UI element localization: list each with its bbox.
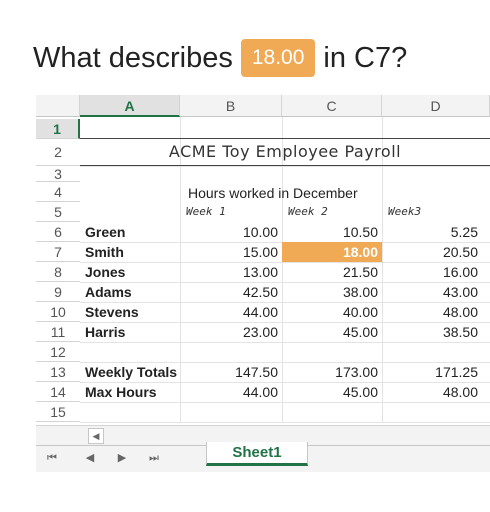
last-sheet-icon[interactable]: ⏭ bbox=[146, 449, 162, 467]
hours-cell[interactable]: 44.00 bbox=[180, 302, 282, 322]
week-header-1[interactable]: Week 1 bbox=[180, 202, 282, 222]
gridline bbox=[80, 342, 490, 343]
hours-cell[interactable]: 10.50 bbox=[282, 222, 382, 242]
total-cell[interactable]: 147.50 bbox=[180, 362, 282, 382]
question-value-badge: 18.00 bbox=[240, 39, 316, 77]
week-header-2[interactable]: Week 2 bbox=[282, 202, 382, 222]
row-header-5[interactable]: 5 bbox=[36, 202, 80, 222]
max-cell[interactable]: 45.00 bbox=[282, 382, 382, 402]
hours-cell[interactable]: 15.00 bbox=[180, 242, 282, 262]
title-border-top bbox=[80, 138, 490, 139]
select-all-corner[interactable] bbox=[36, 95, 80, 117]
gridline bbox=[80, 422, 490, 423]
prev-sheet-icon[interactable]: ◀ bbox=[82, 449, 98, 467]
row-header-12[interactable]: 12 bbox=[36, 342, 80, 362]
row-header-6[interactable]: 6 bbox=[36, 222, 80, 242]
question-suffix: in C7? bbox=[323, 41, 408, 74]
title-border-bottom bbox=[80, 165, 490, 166]
first-sheet-icon[interactable]: ⏮ bbox=[44, 449, 60, 467]
employee-name-cell[interactable]: Stevens bbox=[80, 302, 180, 322]
row-header-11[interactable]: 11 bbox=[36, 322, 80, 342]
sheet-tab-sheet1[interactable]: Sheet1 bbox=[206, 442, 308, 466]
column-header-d[interactable]: D bbox=[382, 95, 490, 117]
hours-cell[interactable]: 40.00 bbox=[282, 302, 382, 322]
hours-cell[interactable]: 16.00 bbox=[382, 262, 482, 282]
hours-cell[interactable]: 10.00 bbox=[180, 222, 282, 242]
hours-cell[interactable]: 45.00 bbox=[282, 322, 382, 342]
max-cell[interactable]: 48.00 bbox=[382, 382, 482, 402]
highlighted-cell-c7[interactable]: 18.00 bbox=[282, 242, 382, 262]
weekly-totals-label[interactable]: Weekly Totals bbox=[80, 362, 180, 382]
row-header-9[interactable]: 9 bbox=[36, 282, 80, 302]
row-header-3[interactable]: 3 bbox=[36, 166, 80, 182]
hours-cell[interactable]: 42.50 bbox=[180, 282, 282, 302]
employee-name-cell[interactable]: Harris bbox=[80, 322, 180, 342]
max-cell[interactable]: 44.00 bbox=[180, 382, 282, 402]
hours-cell[interactable]: 38.00 bbox=[282, 282, 382, 302]
row-header-8[interactable]: 8 bbox=[36, 262, 80, 282]
hours-cell[interactable]: 20.50 bbox=[382, 242, 482, 262]
sheet-subtitle[interactable]: Hours worked in December bbox=[188, 183, 388, 203]
employee-name-cell[interactable]: Adams bbox=[80, 282, 180, 302]
sheet-title[interactable]: ACME Toy Employee Payroll bbox=[80, 141, 490, 163]
week-header-3[interactable]: Week3 bbox=[382, 202, 490, 222]
hours-cell[interactable]: 21.50 bbox=[282, 262, 382, 282]
column-header-a[interactable]: A bbox=[80, 95, 180, 117]
question-prefix: What describes bbox=[33, 41, 233, 74]
employee-name-cell[interactable]: Jones bbox=[80, 262, 180, 282]
row-header-1[interactable]: 1 bbox=[36, 119, 80, 139]
row-header-14[interactable]: 14 bbox=[36, 382, 80, 402]
gridline bbox=[80, 402, 490, 403]
hours-cell[interactable]: 5.25 bbox=[382, 222, 482, 242]
column-header-c[interactable]: C bbox=[282, 95, 382, 117]
hours-cell[interactable]: 43.00 bbox=[382, 282, 482, 302]
column-header-b[interactable]: B bbox=[180, 95, 282, 117]
total-cell[interactable]: 171.25 bbox=[382, 362, 482, 382]
hours-cell[interactable]: 38.50 bbox=[382, 322, 482, 342]
row-header-15[interactable]: 15 bbox=[36, 402, 80, 422]
total-cell[interactable]: 173.00 bbox=[282, 362, 382, 382]
row-header-7[interactable]: 7 bbox=[36, 242, 80, 262]
hours-cell[interactable]: 48.00 bbox=[382, 302, 482, 322]
next-sheet-icon[interactable]: ▶ bbox=[114, 449, 130, 467]
question-prompt: What describes 18.00 in C7? bbox=[33, 38, 407, 78]
employee-name-cell[interactable]: Smith bbox=[80, 242, 180, 262]
row-header-4[interactable]: 4 bbox=[36, 182, 80, 202]
row-header-13[interactable]: 13 bbox=[36, 362, 80, 382]
row-header-10[interactable]: 10 bbox=[36, 302, 80, 322]
row-header-2[interactable]: 2 bbox=[36, 139, 80, 166]
employee-name-cell[interactable]: Green bbox=[80, 222, 180, 242]
hours-cell[interactable]: 13.00 bbox=[180, 262, 282, 282]
max-hours-label[interactable]: Max Hours bbox=[80, 382, 180, 402]
hours-cell[interactable]: 23.00 bbox=[180, 322, 282, 342]
scroll-left-button[interactable]: ◀ bbox=[88, 428, 104, 444]
gridline bbox=[80, 166, 490, 167]
